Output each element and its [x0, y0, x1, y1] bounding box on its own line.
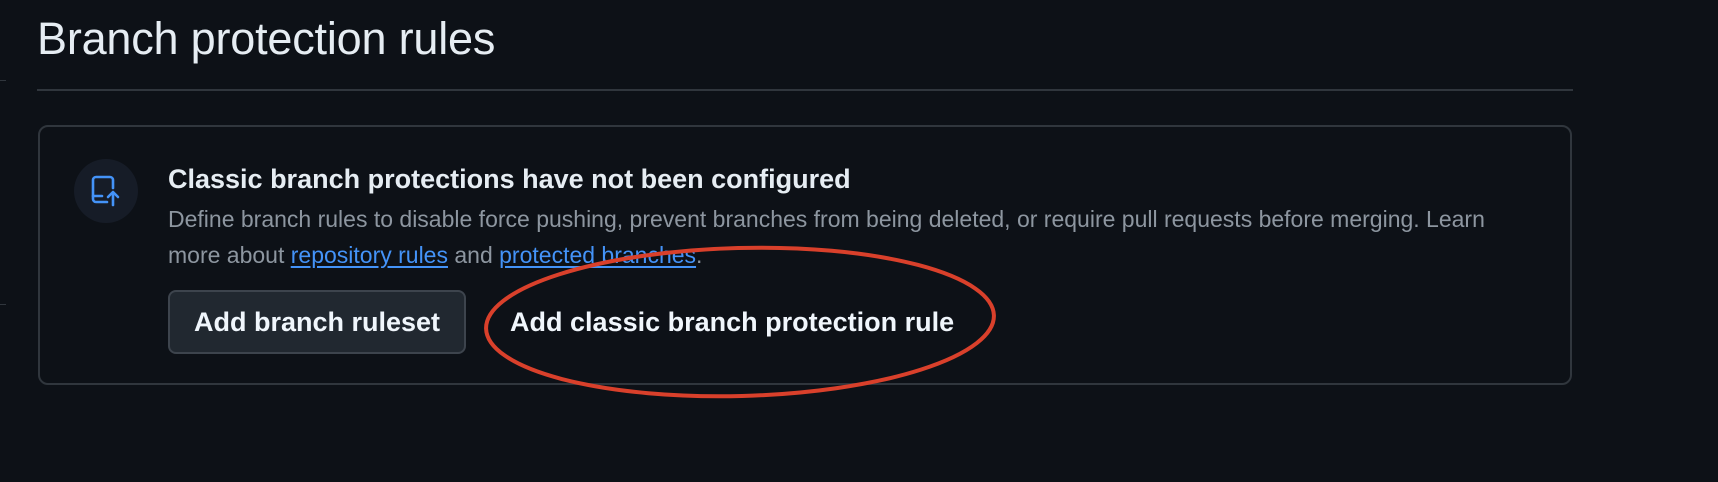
empty-state-body: Classic branch protections have not been… [168, 161, 1548, 273]
branch-protection-page: Branch protection rules Classic branch p… [0, 0, 1718, 482]
empty-state-actions: Add branch ruleset Add classic branch pr… [168, 290, 978, 354]
description-connector: and [447, 242, 500, 268]
page-title: Branch protection rules [37, 13, 496, 64]
add-classic-branch-protection-rule-button[interactable]: Add classic branch protection rule [486, 290, 978, 354]
add-branch-ruleset-button[interactable]: Add branch ruleset [168, 290, 467, 354]
empty-state-card: Classic branch protections have not been… [38, 125, 1572, 385]
protected-branches-link[interactable]: protected branches [499, 242, 696, 268]
title-divider [37, 89, 1573, 91]
repo-push-icon [74, 159, 138, 223]
empty-state-heading: Classic branch protections have not been… [168, 164, 851, 194]
sidebar-edge-divider [0, 304, 6, 305]
repository-rules-link[interactable]: repository rules [291, 242, 448, 268]
empty-state-description: Define branch rules to disable force pus… [168, 201, 1528, 273]
description-end: . [696, 242, 703, 268]
sidebar-edge-divider [0, 80, 6, 81]
